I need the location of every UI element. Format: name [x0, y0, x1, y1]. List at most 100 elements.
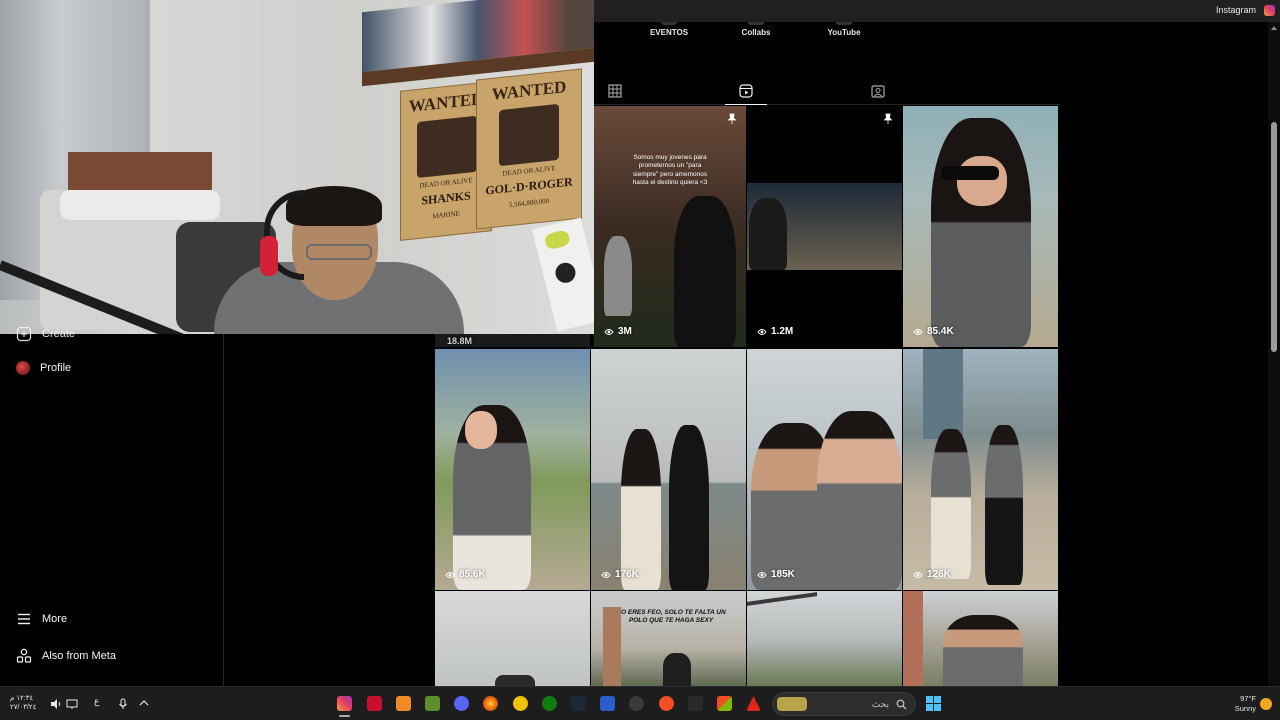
app-icon[interactable]: [746, 696, 761, 711]
taskbar-search[interactable]: بحث: [772, 692, 916, 716]
sunglasses: [941, 166, 999, 180]
reel-face: [465, 411, 497, 449]
webcam-overlay: WANTED DEAD OR ALIVE SHANKS MARINE WANTE…: [0, 0, 594, 334]
clock-date: ٢٧/٠٣/٢٤: [10, 703, 37, 711]
highlight-collabs[interactable]: Collabs: [721, 22, 791, 37]
sidebar-item-label: Also from Meta: [42, 650, 116, 662]
reel-tile[interactable]: 185K: [747, 349, 902, 590]
reel-tile[interactable]: 126K: [903, 349, 1058, 590]
highlight-eventos[interactable]: EVENTOS: [634, 22, 704, 37]
reel-tile-partial[interactable]: 18.8M: [435, 334, 590, 347]
reel-tile[interactable]: [903, 591, 1058, 686]
eye-icon: [445, 571, 455, 578]
sidebar: Create Profile More Also from Meta: [0, 326, 224, 686]
windows-start-icon[interactable]: [926, 696, 941, 711]
reel-person: [663, 653, 691, 686]
app-icon[interactable]: [629, 696, 644, 711]
sidebar-item-more[interactable]: More: [16, 611, 67, 627]
input-language[interactable]: ع: [94, 696, 99, 707]
tagged-icon: [871, 85, 885, 98]
reel-tile[interactable]: [747, 591, 902, 686]
scroll-up-arrow[interactable]: [1271, 26, 1277, 30]
reel-person: [749, 198, 787, 270]
epic-games-icon[interactable]: [688, 696, 703, 711]
discord-icon[interactable]: [454, 696, 469, 711]
chevron-up-icon[interactable]: [139, 698, 149, 708]
sun-icon: [1260, 698, 1272, 710]
network-icon[interactable]: [66, 698, 78, 710]
sidebar-item-create[interactable]: Create: [16, 326, 75, 342]
window-titlebar: Instagram: [594, 0, 1280, 22]
view-count: 126K: [913, 569, 951, 580]
reel-person: [669, 425, 709, 590]
reel-tile[interactable]: Somos muy jovenes para prometernos un "p…: [594, 106, 746, 347]
reel-tile[interactable]: NO ERES FEO, SOLO TE FALTA UN POLO QUE T…: [591, 591, 746, 686]
firefox-icon[interactable]: [483, 696, 498, 711]
msi-app-icon[interactable]: [367, 696, 382, 711]
app-icon[interactable]: [513, 696, 528, 711]
view-count-label: 3M: [618, 326, 632, 337]
reel-person: [931, 118, 1031, 347]
reel-person: [621, 429, 661, 590]
highlight-youtube[interactable]: YouTube: [809, 22, 879, 37]
pin-icon: [727, 113, 737, 124]
xbox-icon[interactable]: [542, 696, 557, 711]
poster-title: WANTED: [491, 77, 567, 104]
view-count: 85.4K: [913, 326, 954, 337]
search-placeholder: بحث: [871, 699, 889, 709]
eye-icon: [913, 571, 923, 578]
instagram-app-icon[interactable]: [337, 696, 352, 717]
sidebar-item-label: More: [42, 613, 68, 625]
weather-widget[interactable]: 97°F Sunny: [1235, 694, 1256, 714]
app-icon[interactable]: [659, 696, 674, 711]
sidebar-item-label: Profile: [40, 362, 72, 374]
app-icon[interactable]: [396, 696, 411, 711]
glasses: [306, 244, 372, 260]
sidebar-item-also-from-meta[interactable]: Also from Meta: [16, 648, 116, 664]
clock[interactable]: ١٢:٣٤ م ٢٧/٠٣/٢٤: [10, 695, 36, 713]
reel-person: [604, 236, 632, 316]
view-count-label: 126K: [927, 569, 951, 580]
weather-temp: 97°F: [1240, 694, 1256, 703]
poster-portrait: [417, 115, 477, 179]
page-scrollbar[interactable]: [1268, 22, 1280, 686]
tab-posts[interactable]: [606, 82, 624, 100]
reel-person: [674, 196, 736, 347]
tab-reels[interactable]: [725, 82, 767, 105]
eye-icon: [757, 571, 767, 578]
avatar: [16, 361, 30, 375]
view-count-label: 1.2M: [771, 326, 794, 337]
view-count-label: 185K: [771, 569, 795, 580]
tab-tagged[interactable]: [869, 82, 887, 100]
create-icon: [16, 326, 32, 342]
microphone-icon[interactable]: [117, 698, 129, 710]
minecraft-icon[interactable]: [425, 696, 440, 711]
view-count: 3M: [604, 326, 632, 337]
sidebar-item-profile[interactable]: Profile: [16, 361, 71, 375]
reel-tile[interactable]: 85.6K: [435, 349, 590, 590]
reel-person: [817, 411, 902, 590]
app-icon[interactable]: [600, 696, 615, 711]
speaker-icon[interactable]: [50, 698, 62, 710]
view-count-label: 176K: [615, 569, 639, 580]
reel-caption: NO ERES FEO, SOLO TE FALTA UN POLO QUE T…: [616, 609, 726, 625]
eye-icon: [913, 328, 923, 335]
steam-icon[interactable]: [571, 696, 586, 711]
reel-tile[interactable]: [435, 591, 590, 686]
weather-desc: Sunny: [1234, 703, 1256, 713]
reel-person: [943, 615, 1023, 686]
sticker: [543, 229, 571, 251]
reel-tile[interactable]: 1.2M: [747, 106, 902, 347]
menu-icon: [18, 613, 30, 625]
reel-building: [923, 349, 963, 439]
scrollbar-thumb[interactable]: [1271, 122, 1277, 352]
reel-person: [931, 429, 971, 579]
view-count: 18.8M: [447, 336, 472, 346]
microsoft-store-icon[interactable]: [717, 696, 732, 711]
pillow: [60, 190, 220, 220]
reel-caption: Somos muy jovenes para prometernos un "p…: [632, 154, 708, 187]
reel-tile[interactable]: 176K: [591, 349, 746, 590]
reel-tile[interactable]: 85.4K: [903, 106, 1058, 347]
reel-tower: [603, 607, 621, 686]
headset-earcup: [260, 236, 278, 276]
